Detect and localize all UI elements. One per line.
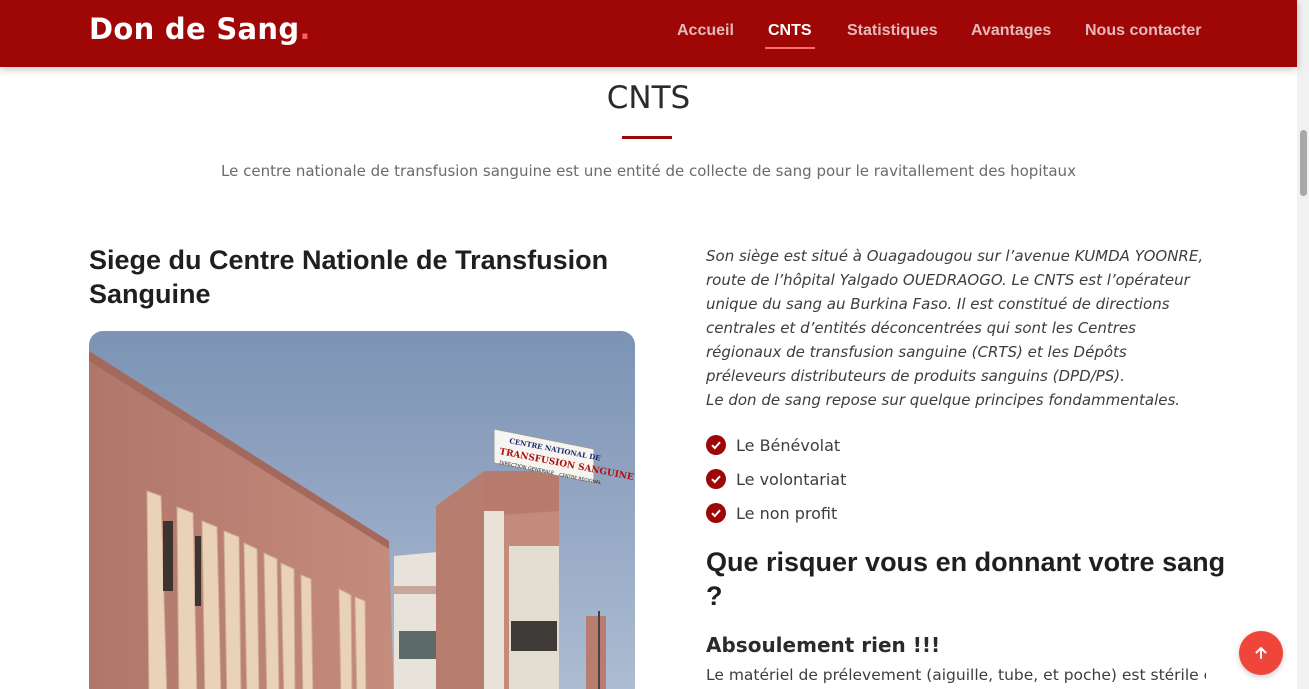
list-item-label: Le non profit bbox=[736, 503, 838, 523]
list-item-label: Le Bénévolat bbox=[736, 435, 841, 455]
nav-avantages[interactable]: Avantages bbox=[971, 22, 1051, 40]
section-title: CNTS bbox=[606, 80, 691, 116]
principles-intro: Le don de sang repose sur quelque princi… bbox=[706, 391, 1181, 409]
title-underline bbox=[622, 136, 672, 139]
nav-statistiques[interactable]: Statistiques bbox=[847, 22, 938, 40]
arrow-up-icon bbox=[1255, 647, 1267, 659]
brand-logo[interactable]: Don de Sang. bbox=[89, 12, 311, 46]
check-circle-icon bbox=[706, 435, 726, 455]
section-subtitle: Le centre nationale de transfusion sangu… bbox=[221, 162, 1076, 180]
description-paragraph: Son siège est situé à Ouagadougou sur l’… bbox=[706, 247, 1204, 385]
cnts-building-photo: CENTRE NATIONAL DE TRANSFUSION SANGUINE … bbox=[89, 331, 635, 689]
list-item: Le non profit bbox=[706, 496, 1106, 530]
nav-accueil[interactable]: Accueil bbox=[677, 22, 734, 40]
brand-dot: . bbox=[299, 12, 311, 46]
scrollbar-thumb[interactable] bbox=[1300, 130, 1307, 196]
list-item: Le volontariat bbox=[706, 462, 1106, 496]
brand-name[interactable]: Don de Sang bbox=[89, 12, 299, 46]
nav-cnts[interactable]: CNTS bbox=[765, 22, 815, 49]
site-header: Don de Sang. Accueil CNTS Statistiques A… bbox=[0, 0, 1297, 67]
risk-paragraph: Le matériel de prélevement (aiguille, tu… bbox=[706, 666, 1206, 684]
risk-heading: Que risquer vous en donnant votre sang ? bbox=[706, 547, 1226, 611]
list-item: Le Bénévolat bbox=[706, 428, 1106, 462]
left-heading: Siege du Centre Nationle de Transfusion … bbox=[89, 245, 609, 309]
risk-subheading: Absoulement rien !!! bbox=[706, 633, 941, 657]
check-circle-icon bbox=[706, 503, 726, 523]
cnts-description: Son siège est situé à Ouagadougou sur l’… bbox=[706, 244, 1206, 412]
nav-nous-contacter[interactable]: Nous contacter bbox=[1085, 22, 1201, 40]
check-circle-icon bbox=[706, 469, 726, 489]
back-to-top-button[interactable] bbox=[1239, 631, 1283, 675]
list-item-label: Le volontariat bbox=[736, 469, 847, 489]
page-scrollbar[interactable] bbox=[1297, 0, 1309, 689]
principles-list: Le Bénévolat Le volontariat Le non profi… bbox=[706, 428, 1106, 530]
